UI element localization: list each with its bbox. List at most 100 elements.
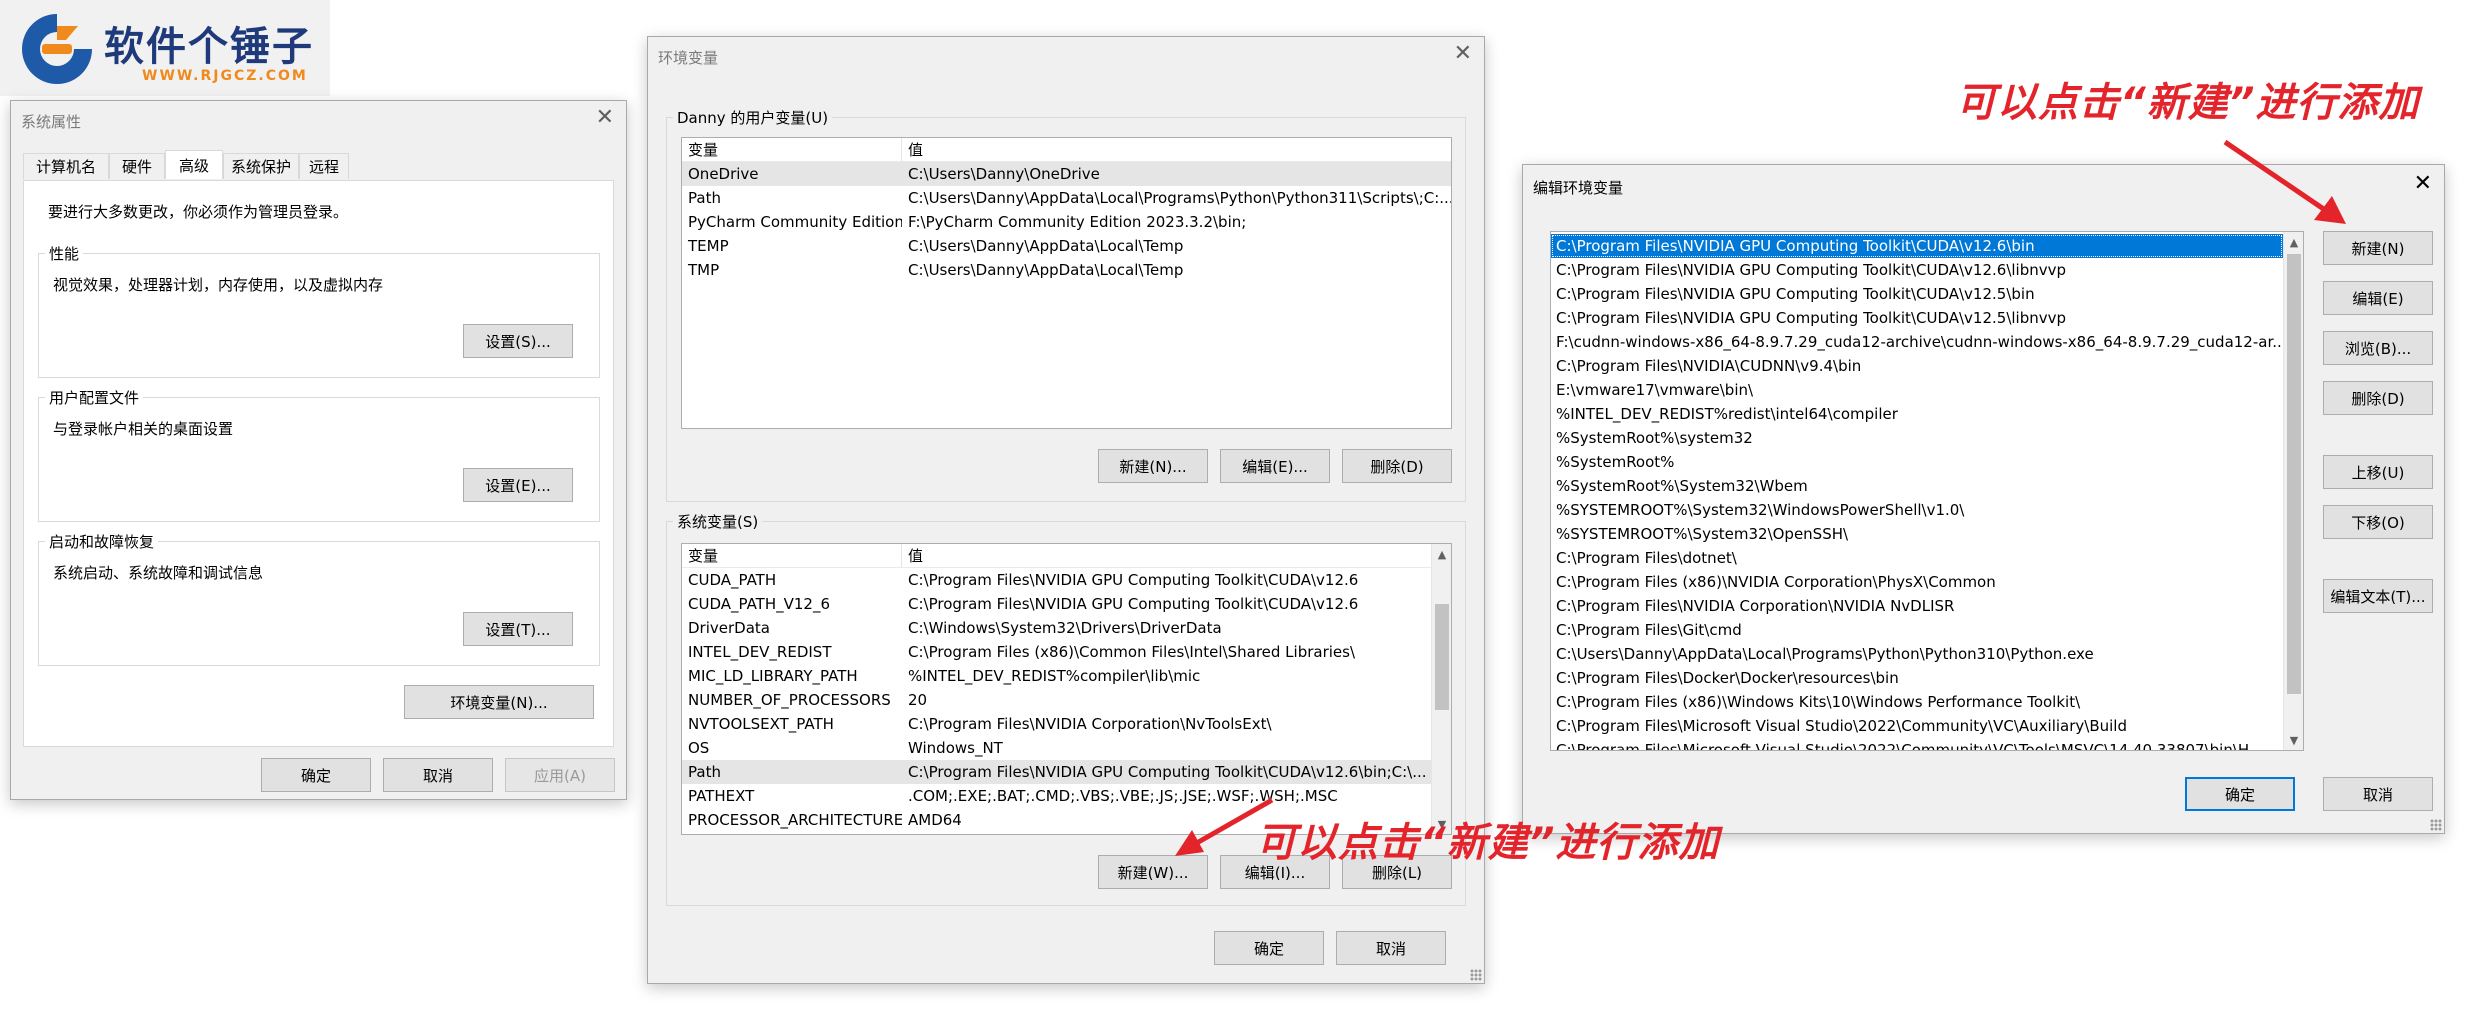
table-row[interactable]: NUMBER_OF_PROCESSORS 20 bbox=[682, 688, 1431, 712]
user-variables-rows: OneDrive C:\Users\Danny\OneDrive Path C:\Us… bbox=[682, 162, 1451, 282]
apply-button[interactable]: 应用(A) bbox=[505, 758, 615, 792]
tab-remote[interactable]: 远程 bbox=[299, 153, 349, 179]
list-item[interactable]: F:\cudnn-windows-x86_64-8.9.7.29_cuda12-… bbox=[1551, 330, 2283, 354]
cancel-button[interactable]: 取消 bbox=[383, 758, 493, 792]
new-entry-button[interactable]: 新建(N) bbox=[2323, 231, 2433, 265]
variable-name: CUDA_PATH_V12_6 bbox=[688, 595, 831, 613]
logo-url: WWW.RJGCZ.COM bbox=[142, 68, 308, 84]
user-delete-button[interactable]: 删除(D) bbox=[1342, 449, 1452, 483]
vertical-scrollbar[interactable]: ▲ ▼ bbox=[1431, 544, 1451, 834]
list-item[interactable]: %SystemRoot% bbox=[1551, 450, 2283, 474]
scroll-down-icon[interactable]: ▼ bbox=[2284, 730, 2303, 750]
cancel-button[interactable]: 取消 bbox=[2323, 777, 2433, 811]
column-variable[interactable]: 变量 bbox=[682, 138, 902, 161]
cancel-button[interactable]: 取消 bbox=[1336, 931, 1446, 965]
close-icon[interactable]: ✕ bbox=[1454, 43, 1472, 65]
table-row[interactable]: PATHEXT .COM;.EXE;.BAT;.CMD;.VBS;.VBE;.JS… bbox=[682, 784, 1431, 808]
ok-button[interactable]: 确定 bbox=[2185, 777, 2295, 811]
table-row[interactable]: INTEL_DEV_REDIST C:\Program Files (x86)\C… bbox=[682, 640, 1431, 664]
scroll-up-icon[interactable]: ▲ bbox=[2284, 232, 2303, 252]
system-variables-table[interactable]: 变量 值 CUDA_PATH C:\Program Files\NVIDIA GP… bbox=[681, 543, 1452, 835]
variable-value: C:\Program Files\NVIDIA Corporation\NvTo… bbox=[908, 715, 1272, 733]
close-icon[interactable]: ✕ bbox=[596, 107, 614, 129]
table-row[interactable]: OS Windows_NT bbox=[682, 736, 1431, 760]
variable-name: CUDA_PATH bbox=[688, 571, 777, 589]
user-profile-desc: 与登录帐户相关的桌面设置 bbox=[53, 420, 234, 438]
vertical-scrollbar[interactable]: ▲ ▼ bbox=[2283, 232, 2303, 750]
table-row[interactable]: CUDA_PATH C:\Program Files\NVIDIA GPU Com… bbox=[682, 568, 1431, 592]
resize-grip-icon[interactable] bbox=[1470, 969, 1482, 981]
table-row[interactable]: MIC_LD_LIBRARY_PATH %INTEL_DEV_REDIST%com… bbox=[682, 664, 1431, 688]
admin-note: 要进行大多数更改，你必须作为管理员登录。 bbox=[48, 203, 349, 221]
user-edit-button[interactable]: 编辑(E)... bbox=[1220, 449, 1330, 483]
list-item[interactable]: C:\Program Files (x86)\NVIDIA Corporatio… bbox=[1551, 570, 2283, 594]
list-item[interactable]: %SystemRoot%\System32\Wbem bbox=[1551, 474, 2283, 498]
list-item[interactable]: C:\Program Files\NVIDIA Corporation\NVID… bbox=[1551, 594, 2283, 618]
user-variables-table[interactable]: 变量 值 OneDrive C:\Users\Danny\OneDrive Path… bbox=[681, 137, 1452, 429]
close-icon[interactable]: ✕ bbox=[2414, 173, 2432, 195]
list-item[interactable]: C:\Program Files\dotnet\ bbox=[1551, 546, 2283, 570]
browse-button[interactable]: 浏览(B)... bbox=[2323, 331, 2433, 365]
table-row[interactable]: OneDrive C:\Users\Danny\OneDrive bbox=[682, 162, 1451, 186]
table-row[interactable]: Path C:\Program Files\NVIDIA GPU Computin… bbox=[682, 760, 1431, 784]
startup-recovery-settings-button[interactable]: 设置(T)... bbox=[463, 612, 573, 646]
list-item[interactable]: %SYSTEMROOT%\System32\OpenSSH\ bbox=[1551, 522, 2283, 546]
edit-text-button[interactable]: 编辑文本(T)... bbox=[2323, 579, 2433, 613]
ok-button[interactable]: 确定 bbox=[1214, 931, 1324, 965]
list-item[interactable]: C:\Users\Danny\AppData\Local\Programs\Py… bbox=[1551, 642, 2283, 666]
list-item[interactable]: C:\Program Files\NVIDIA\CUDNN\v9.4\bin bbox=[1551, 354, 2283, 378]
environment-variables-button[interactable]: 环境变量(N)... bbox=[404, 685, 594, 719]
tab-advanced[interactable]: 高级 bbox=[165, 150, 223, 179]
table-row[interactable]: NVTOOLSEXT_PATH C:\Program Files\NVIDIA C… bbox=[682, 712, 1431, 736]
table-row[interactable]: TEMP C:\Users\Danny\AppData\Local\Temp bbox=[682, 234, 1451, 258]
logo-text: 软件个锤子 bbox=[104, 24, 314, 70]
list-item[interactable]: %INTEL_DEV_REDIST%redist\intel64\compile… bbox=[1551, 402, 2283, 426]
list-item[interactable]: C:\Program Files (x86)\Windows Kits\10\W… bbox=[1551, 690, 2283, 714]
variable-name: DriverData bbox=[688, 619, 770, 637]
list-item[interactable]: %SYSTEMROOT%\System32\WindowsPowerShell\… bbox=[1551, 498, 2283, 522]
variable-value: %INTEL_DEV_REDIST%compiler\lib\mic bbox=[908, 667, 1201, 685]
list-item[interactable]: C:\Program Files\NVIDIA GPU Computing To… bbox=[1551, 258, 2283, 282]
list-item[interactable]: C:\Program Files\NVIDIA GPU Computing To… bbox=[1551, 282, 2283, 306]
variable-name: PyCharm Community Edition bbox=[688, 213, 902, 231]
list-item[interactable]: C:\Program Files\Docker\Docker\resources… bbox=[1551, 666, 2283, 690]
edit-environment-variable-window: 编辑环境变量 ✕ C:\Program Files\NVIDIA GPU Com… bbox=[1522, 164, 2445, 834]
user-new-button[interactable]: 新建(N)... bbox=[1098, 449, 1208, 483]
ok-button[interactable]: 确定 bbox=[261, 758, 371, 792]
variable-name: TEMP bbox=[688, 237, 729, 255]
scroll-thumb[interactable] bbox=[1435, 604, 1449, 710]
tab-hardware[interactable]: 硬件 bbox=[109, 153, 165, 179]
performance-settings-button[interactable]: 设置(S)... bbox=[463, 324, 573, 358]
path-entries-list[interactable]: C:\Program Files\NVIDIA GPU Computing To… bbox=[1550, 231, 2304, 751]
column-value[interactable]: 值 bbox=[902, 545, 1451, 566]
scroll-thumb[interactable] bbox=[2287, 254, 2301, 694]
column-value[interactable]: 值 bbox=[902, 139, 1451, 160]
resize-grip-icon[interactable] bbox=[2430, 819, 2442, 831]
table-row[interactable]: DriverData C:\Windows\System32\Drivers\Dr… bbox=[682, 616, 1431, 640]
column-variable[interactable]: 变量 bbox=[682, 544, 902, 567]
delete-entry-button[interactable]: 删除(D) bbox=[2323, 381, 2433, 415]
table-row[interactable]: TMP C:\Users\Danny\AppData\Local\Temp bbox=[682, 258, 1451, 282]
scroll-up-icon[interactable]: ▲ bbox=[1432, 544, 1451, 564]
list-item[interactable]: C:\Program Files\NVIDIA GPU Computing To… bbox=[1551, 234, 2283, 258]
tab-system-protection[interactable]: 系统保护 bbox=[223, 153, 299, 179]
table-row[interactable]: PyCharm Community Edition F:\PyCharm Comm… bbox=[682, 210, 1451, 234]
list-item[interactable]: C:\Program Files\Git\cmd bbox=[1551, 618, 2283, 642]
list-item[interactable]: %SystemRoot%\system32 bbox=[1551, 426, 2283, 450]
variable-value: .COM;.EXE;.BAT;.CMD;.VBS;.VBE;.JS;.JSE;.… bbox=[908, 787, 1338, 805]
list-item[interactable]: C:\Program Files\Microsoft Visual Studio… bbox=[1551, 738, 2283, 750]
table-row[interactable]: Path C:\Users\Danny\AppData\Local\Program… bbox=[682, 186, 1451, 210]
tab-computer-name[interactable]: 计算机名 bbox=[23, 153, 109, 179]
move-up-button[interactable]: 上移(U) bbox=[2323, 455, 2433, 489]
user-profile-settings-button[interactable]: 设置(E)... bbox=[463, 468, 573, 502]
move-down-button[interactable]: 下移(O) bbox=[2323, 505, 2433, 539]
edit-entry-button[interactable]: 编辑(E) bbox=[2323, 281, 2433, 315]
variable-value: C:\Program Files (x86)\Common Files\Inte… bbox=[908, 643, 1356, 661]
variable-name: Path bbox=[688, 763, 721, 781]
system-new-button[interactable]: 新建(W)... bbox=[1098, 855, 1208, 889]
path-entries-rows: C:\Program Files\NVIDIA GPU Computing To… bbox=[1551, 232, 2283, 750]
list-item[interactable]: E:\vmware17\vmware\bin\ bbox=[1551, 378, 2283, 402]
list-item[interactable]: C:\Program Files\NVIDIA GPU Computing To… bbox=[1551, 306, 2283, 330]
table-row[interactable]: CUDA_PATH_V12_6 C:\Program Files\NVIDIA G… bbox=[682, 592, 1431, 616]
list-item[interactable]: C:\Program Files\Microsoft Visual Studio… bbox=[1551, 714, 2283, 738]
